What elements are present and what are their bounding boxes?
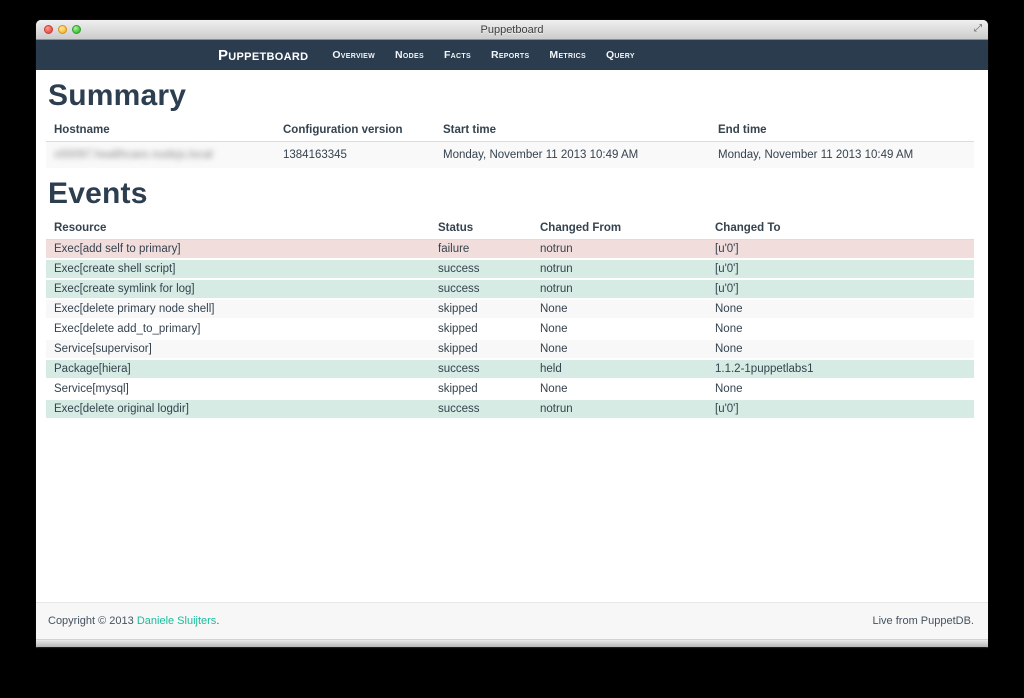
changed-to-cell: [u'0']: [707, 279, 974, 299]
zoom-button[interactable]: [72, 25, 81, 34]
resource-cell: Service[mysql]: [46, 379, 430, 399]
nav-item-overview[interactable]: Overview: [322, 40, 385, 70]
nav-item-nodes[interactable]: Nodes: [385, 40, 434, 70]
navbar-brand[interactable]: Puppetboard: [218, 47, 308, 64]
status-cell: success: [430, 359, 532, 379]
event-row: Exec[create shell script]successnotrun[u…: [46, 259, 974, 279]
status-cell: success: [430, 259, 532, 279]
summary-table: Hostname Configuration version Start tim…: [46, 120, 974, 168]
summary-col-start-time: Start time: [435, 120, 710, 142]
resource-cell: Exec[add self to primary]: [46, 240, 430, 260]
changed-to-cell: None: [707, 379, 974, 399]
status-cell: skipped: [430, 379, 532, 399]
close-button[interactable]: [44, 25, 53, 34]
changed-from-cell: None: [532, 379, 707, 399]
event-row: Service[mysql]skippedNoneNone: [46, 379, 974, 399]
author-link[interactable]: Daniele Sluijters: [137, 615, 216, 627]
events-col-resource: Resource: [46, 218, 430, 240]
config-version-cell: 1384163345: [275, 142, 435, 169]
nav-item-facts[interactable]: Facts: [434, 40, 481, 70]
summary-col-end-time: End time: [710, 120, 974, 142]
event-row: Service[supervisor]skippedNoneNone: [46, 339, 974, 359]
hostname-cell: v00097.healthcare.nodejs.local: [46, 142, 275, 169]
events-col-changed-from: Changed From: [532, 218, 707, 240]
window-title: Puppetboard: [36, 24, 988, 36]
main-content: Summary Hostname Configuration version S…: [36, 70, 988, 602]
minimize-button[interactable]: [58, 25, 67, 34]
nav-item-reports[interactable]: Reports: [481, 40, 539, 70]
changed-to-cell: [u'0']: [707, 399, 974, 418]
changed-from-cell: notrun: [532, 279, 707, 299]
window-bottom-edge: [36, 639, 988, 648]
nav-item-query[interactable]: Query: [596, 40, 645, 70]
changed-to-cell: [u'0']: [707, 240, 974, 260]
resource-cell: Service[supervisor]: [46, 339, 430, 359]
traffic-lights: [44, 20, 81, 39]
changed-from-cell: None: [532, 299, 707, 319]
changed-from-cell: None: [532, 319, 707, 339]
changed-from-cell: notrun: [532, 259, 707, 279]
event-row: Package[hiera]successheld1.1.2-1puppetla…: [46, 359, 974, 379]
status-cell: skipped: [430, 299, 532, 319]
redacted-hostname: v00097.healthcare.nodejs.local: [54, 149, 213, 161]
window-titlebar[interactable]: Puppetboard ⤢: [36, 20, 988, 40]
puppetdb-status-text: Live from PuppetDB.: [873, 615, 975, 627]
copyright-suffix: .: [216, 615, 219, 627]
summary-header-row: Hostname Configuration version Start tim…: [46, 120, 974, 142]
event-row: Exec[add self to primary]failurenotrun[u…: [46, 240, 974, 260]
events-header-row: Resource Status Changed From Changed To: [46, 218, 974, 240]
status-cell: success: [430, 279, 532, 299]
resource-cell: Exec[create shell script]: [46, 259, 430, 279]
changed-from-cell: notrun: [532, 240, 707, 260]
summary-heading: Summary: [48, 79, 974, 113]
events-col-changed-to: Changed To: [707, 218, 974, 240]
changed-from-cell: None: [532, 339, 707, 359]
copyright-prefix: Copyright © 2013: [48, 615, 137, 627]
changed-to-cell: 1.1.2-1puppetlabs1: [707, 359, 974, 379]
resource-cell: Exec[create symlink for log]: [46, 279, 430, 299]
changed-to-cell: None: [707, 319, 974, 339]
resource-cell: Exec[delete primary node shell]: [46, 299, 430, 319]
events-table: Resource Status Changed From Changed To …: [46, 218, 974, 418]
start-time-cell: Monday, November 11 2013 10:49 AM: [435, 142, 710, 169]
status-cell: success: [430, 399, 532, 418]
status-cell: skipped: [430, 339, 532, 359]
event-row: Exec[delete primary node shell]skippedNo…: [46, 299, 974, 319]
summary-row: v00097.healthcare.nodejs.local 138416334…: [46, 142, 974, 169]
browser-window: Puppetboard ⤢ Puppetboard OverviewNodesF…: [36, 20, 988, 648]
resource-cell: Exec[delete add_to_primary]: [46, 319, 430, 339]
event-row: Exec[create symlink for log]successnotru…: [46, 279, 974, 299]
summary-col-hostname: Hostname: [46, 120, 275, 142]
changed-to-cell: None: [707, 299, 974, 319]
changed-from-cell: held: [532, 359, 707, 379]
fullscreen-resize-icon[interactable]: ⤢: [974, 23, 982, 35]
events-col-status: Status: [430, 218, 532, 240]
navbar-menu: OverviewNodesFactsReportsMetricsQuery: [322, 40, 644, 70]
events-heading: Events: [48, 177, 974, 211]
status-cell: skipped: [430, 319, 532, 339]
navbar: Puppetboard OverviewNodesFactsReportsMet…: [36, 40, 988, 70]
event-row: Exec[delete add_to_primary]skippedNoneNo…: [46, 319, 974, 339]
resource-cell: Package[hiera]: [46, 359, 430, 379]
changed-to-cell: None: [707, 339, 974, 359]
footer: Copyright © 2013 Daniele Sluijters. Live…: [36, 602, 988, 639]
resource-cell: Exec[delete original logdir]: [46, 399, 430, 418]
changed-from-cell: notrun: [532, 399, 707, 418]
copyright-text: Copyright © 2013 Daniele Sluijters.: [48, 615, 219, 627]
status-cell: failure: [430, 240, 532, 260]
changed-to-cell: [u'0']: [707, 259, 974, 279]
nav-item-metrics[interactable]: Metrics: [539, 40, 596, 70]
summary-col-config-version: Configuration version: [275, 120, 435, 142]
end-time-cell: Monday, November 11 2013 10:49 AM: [710, 142, 974, 169]
event-row: Exec[delete original logdir]successnotru…: [46, 399, 974, 418]
